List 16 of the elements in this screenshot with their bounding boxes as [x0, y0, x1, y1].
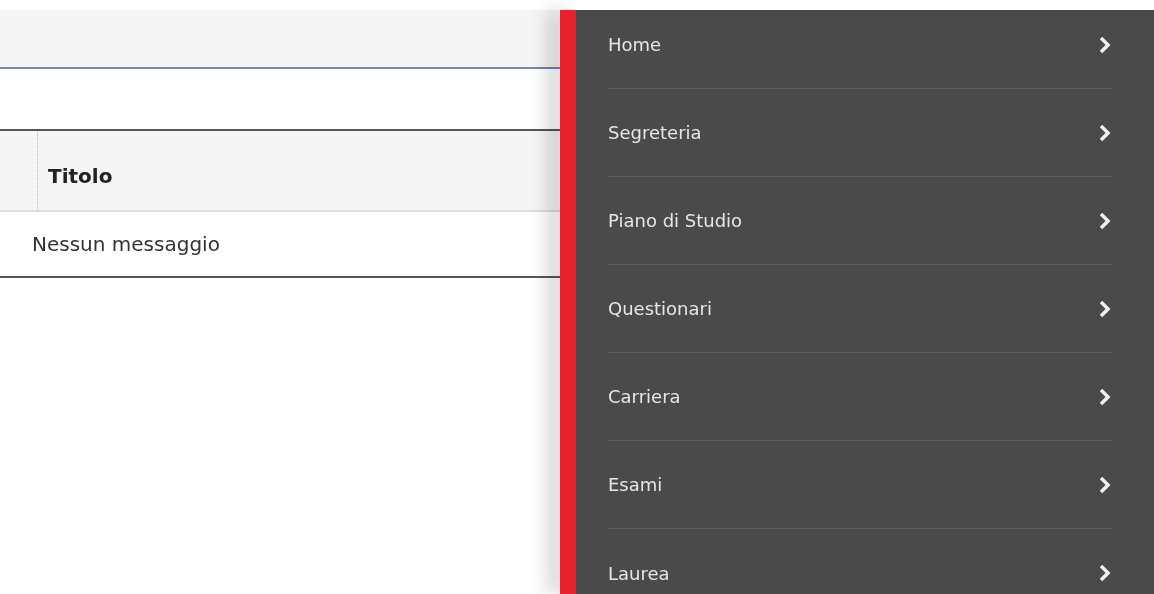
menu-item[interactable]: Home — [608, 1, 1113, 89]
chevron-icon — [1099, 387, 1111, 406]
chevron-icon — [1099, 123, 1111, 142]
empty-message: Nessun messaggio — [32, 231, 220, 258]
menu-item[interactable]: Laurea — [608, 529, 1113, 594]
menu-item[interactable]: Piano di Studio — [608, 177, 1113, 265]
chevron-icon — [1099, 211, 1111, 230]
chevron-icon — [1099, 35, 1111, 54]
menu-item[interactable]: Segreteria — [608, 89, 1113, 177]
chevron-icon — [1099, 475, 1111, 494]
column-header: Titolo — [48, 162, 113, 190]
menu-item[interactable]: Esami — [608, 441, 1113, 529]
chevron-icon — [1099, 564, 1111, 582]
chevron-icon — [1099, 299, 1111, 318]
menu-item[interactable]: Questionari — [608, 265, 1113, 353]
menu-item[interactable]: Carriera — [608, 353, 1113, 441]
